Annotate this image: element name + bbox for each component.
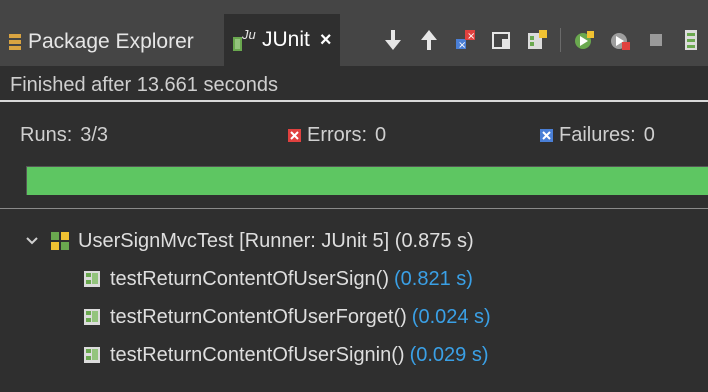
tab-package-explorer-label: Package Explorer [28, 30, 194, 53]
scroll-lock-icon[interactable] [488, 27, 514, 53]
test-method-duration: (0.821 s) [394, 267, 473, 290]
test-class-label: UserSignMvcTest [Runner: JUnit 5] (0.875… [78, 229, 474, 252]
failures-counter: Failures: 0 [540, 124, 655, 147]
svg-text:×: × [458, 40, 466, 51]
test-method-label: testReturnContentOfUserForget() [110, 305, 407, 328]
tab-junit-label: JUnit [262, 28, 310, 51]
error-icon [288, 129, 301, 142]
failures-label: Failures: [559, 124, 636, 146]
show-failures-only-icon[interactable]: × × [452, 27, 478, 53]
junit-view: Package Explorer Ju JUnit × × × Finished… [0, 0, 708, 392]
junit-icon: Ju [232, 27, 256, 53]
svg-text:×: × [467, 31, 475, 42]
test-tree: UserSignMvcTest [Runner: JUnit 5] (0.875… [0, 222, 708, 374]
test-suite-passed-icon [50, 231, 70, 251]
previous-failure-icon[interactable] [416, 27, 442, 53]
toolbar-separator [560, 28, 561, 52]
stop-icon[interactable] [643, 27, 669, 53]
test-method-label: testReturnContentOfUserSign() [110, 267, 390, 290]
test-passed-icon [82, 345, 102, 365]
errors-value: 0 [375, 124, 387, 146]
run-counters: Runs: 3/3 Errors: 0 Failures: 0 [0, 124, 708, 154]
test-method-duration: (0.029 s) [409, 343, 489, 366]
runs-counter: Runs: 3/3 [20, 124, 108, 147]
test-method-duration: (0.024 s) [411, 305, 491, 328]
test-progress-fill [27, 167, 708, 195]
tree-item-test-method[interactable]: testReturnContentOfUserSignin() (0.029 s… [0, 336, 708, 374]
next-failure-icon[interactable] [380, 27, 406, 53]
junit-toolbar: × × [380, 22, 708, 58]
failures-value: 0 [643, 124, 655, 146]
tab-junit[interactable]: Ju JUnit × [224, 14, 340, 66]
test-progress-bar [26, 166, 708, 195]
errors-counter: Errors: 0 [288, 124, 386, 147]
rerun-test-icon[interactable] [571, 27, 597, 53]
test-run-history-icon[interactable] [679, 27, 705, 53]
tab-package-explorer[interactable]: Package Explorer [8, 24, 194, 60]
tree-item-test-class[interactable]: UserSignMvcTest [Runner: JUnit 5] (0.875… [0, 222, 708, 260]
failure-icon [540, 129, 553, 142]
errors-label: Errors: [307, 124, 367, 146]
test-method-label: testReturnContentOfUserSignin() [110, 343, 405, 366]
status-divider [0, 100, 708, 102]
test-passed-icon [82, 307, 102, 327]
runs-value: 3/3 [80, 124, 109, 146]
rerun-failed-first-icon[interactable] [607, 27, 633, 53]
close-tab-icon[interactable]: × [320, 29, 332, 52]
runs-label: Runs: [20, 124, 73, 146]
svg-text:Ju: Ju [241, 27, 256, 42]
test-passed-icon [82, 269, 102, 289]
show-skipped-icon[interactable] [524, 27, 550, 53]
run-status-text: Finished after 13.661 seconds [10, 74, 278, 96]
chevron-down-icon[interactable] [24, 233, 40, 249]
package-explorer-icon [8, 33, 22, 51]
tree-item-test-method[interactable]: testReturnContentOfUserSign() (0.821 s) [0, 260, 708, 298]
tree-divider [0, 208, 708, 209]
tree-item-test-method[interactable]: testReturnContentOfUserForget() (0.024 s… [0, 298, 708, 336]
view-tab-bar: Package Explorer Ju JUnit × × × [0, 0, 708, 66]
